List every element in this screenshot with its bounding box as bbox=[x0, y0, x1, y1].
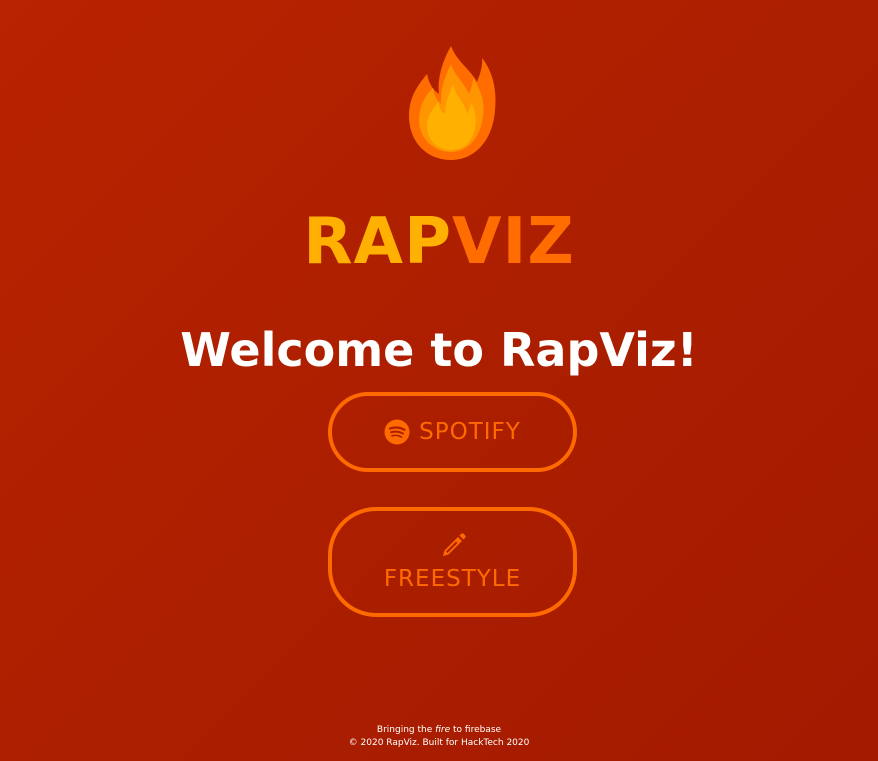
spotify-icon bbox=[384, 419, 410, 445]
welcome-title: Welcome to RapViz! bbox=[180, 323, 698, 377]
footer: Bringing the fire to firebase © 2020 Rap… bbox=[0, 724, 878, 750]
app-logo: RAPVIZ bbox=[0, 202, 878, 282]
footer-tagline: Bringing the fire to firebase bbox=[0, 724, 878, 737]
footer-tagline-start: Bringing the bbox=[376, 725, 436, 735]
logo-text-viz: VIZ bbox=[451, 205, 575, 279]
pencil-icon bbox=[442, 533, 466, 556]
spotify-button[interactable]: SPOTIFY bbox=[328, 392, 577, 472]
footer-tagline-emphasis: fire bbox=[435, 725, 451, 735]
footer-copyright: © 2020 RapViz. Built for HackTech 2020 bbox=[348, 738, 530, 748]
footer-tagline-end: to firebase bbox=[450, 725, 502, 735]
freestyle-button[interactable]: FREESTYLE bbox=[328, 507, 577, 617]
freestyle-button-label: FREESTYLE bbox=[383, 566, 522, 592]
flame-icon bbox=[409, 46, 496, 160]
spotify-button-label: SPOTIFY bbox=[419, 419, 521, 445]
logo-text-rap: RAP bbox=[303, 205, 452, 279]
